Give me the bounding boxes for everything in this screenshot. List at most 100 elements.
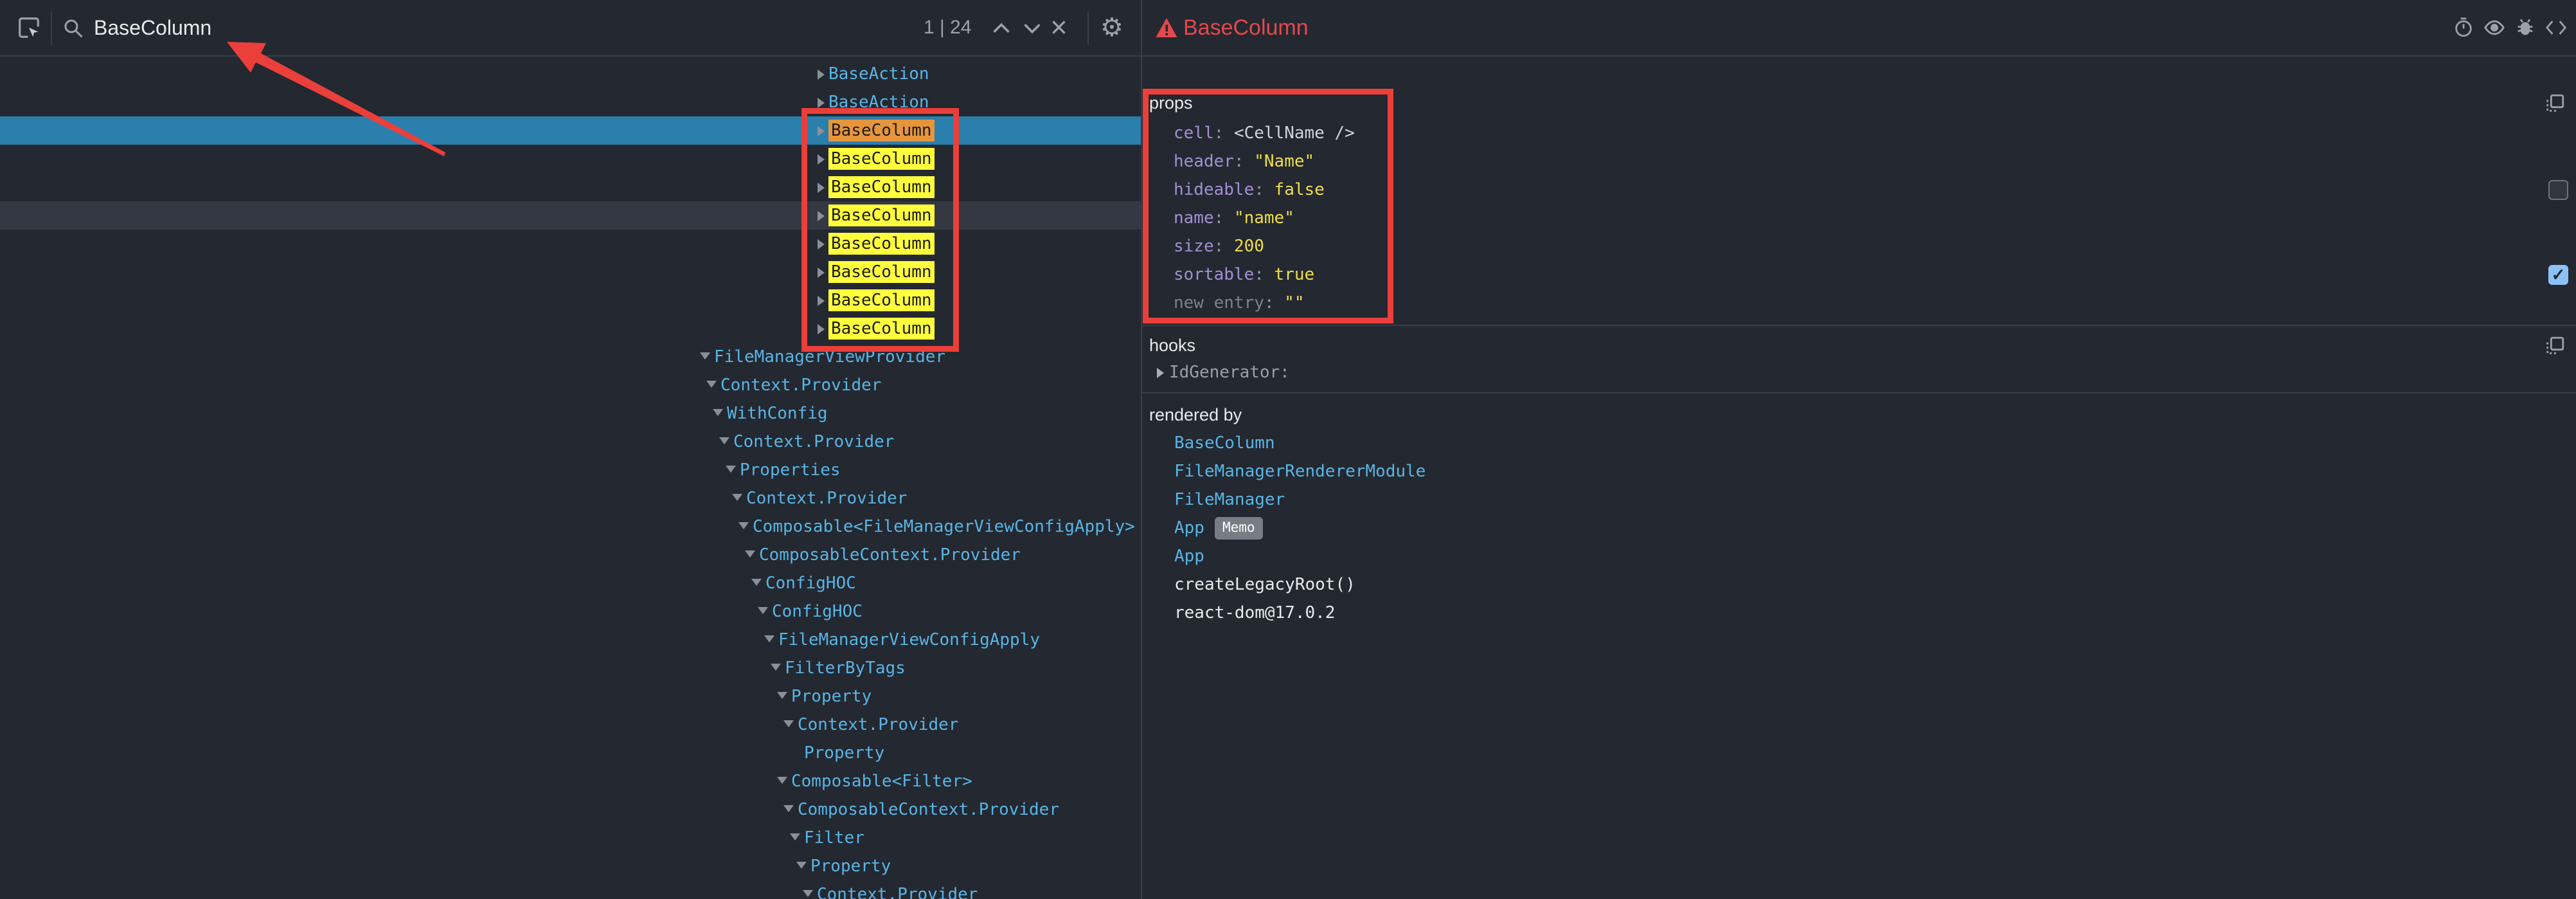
tree-row-FileManagerViewProvider[interactable]: FileManagerViewProvider — [0, 343, 1141, 371]
bug-icon[interactable] — [2514, 17, 2536, 39]
chevron-down-icon[interactable] — [713, 409, 723, 416]
warning-icon — [1155, 17, 1178, 42]
tree-row-Context.Provider[interactable]: Context.Provider — [0, 484, 1141, 513]
component-name: Properties — [740, 460, 841, 480]
chevron-down-icon[interactable] — [796, 862, 807, 869]
rendered-by-App[interactable]: App Memo — [1174, 514, 1263, 542]
component-name: Property — [804, 743, 884, 763]
next-result-button[interactable] — [1021, 22, 1044, 38]
owner-name[interactable]: BaseColumn — [1174, 433, 1275, 453]
component-name: Context.Provider — [798, 715, 958, 734]
component-name: ComposableContext.Provider — [798, 800, 1059, 819]
component-name: Context.Provider — [746, 489, 907, 508]
chevron-down-icon[interactable] — [700, 352, 710, 359]
component-name: Property — [810, 857, 891, 876]
chevron-down-icon[interactable] — [706, 381, 717, 388]
tree-row-BaseColumn[interactable]: BaseColumn — [0, 314, 1141, 343]
chevron-right-icon[interactable] — [1157, 368, 1164, 378]
tree-row-ConfigHOC[interactable]: ConfigHOC — [0, 597, 1141, 626]
tree-row-BaseColumn[interactable]: BaseColumn — [0, 173, 1141, 201]
owner-name: createLegacyRoot() — [1174, 575, 1355, 594]
annotation-box-props — [1143, 89, 1393, 323]
tree-row-ComposableContext.Provider[interactable]: ComposableContext.Provider — [0, 795, 1141, 824]
rendered-by-App[interactable]: App — [1174, 542, 1204, 570]
owner-name[interactable]: App — [1174, 547, 1204, 566]
tree-row-Context.Provider[interactable]: Context.Provider — [0, 711, 1141, 739]
copy-props-icon[interactable] — [2544, 93, 2566, 114]
tree-row-ComposableContext.Provider[interactable]: ComposableContext.Provider — [0, 541, 1141, 569]
component-name: Property — [791, 687, 872, 706]
copy-hooks-icon[interactable] — [2544, 335, 2566, 357]
tree-row-Context.Provider[interactable]: Context.Provider — [0, 880, 1141, 899]
tree-row-BaseAction[interactable]: BaseAction — [0, 60, 1141, 88]
chevron-down-icon[interactable] — [777, 777, 787, 784]
tree-row-Property[interactable]: Property — [0, 739, 1141, 767]
tree-row-Property[interactable]: Property — [0, 852, 1141, 880]
chevron-down-icon[interactable] — [764, 635, 774, 642]
component-name: ComposableContext.Provider — [759, 545, 1021, 565]
tree-row-BaseColumn[interactable]: BaseColumn — [0, 116, 1141, 145]
gear-icon[interactable]: ⚙ — [1100, 0, 1123, 55]
component-name: Context.Provider — [720, 376, 881, 395]
tree-row-BaseColumn[interactable]: BaseColumn — [0, 230, 1141, 258]
chevron-down-icon[interactable] — [783, 720, 794, 727]
tree-row-Context.Provider[interactable]: Context.Provider — [0, 428, 1141, 456]
rendered-by-BaseColumn[interactable]: BaseColumn — [1174, 429, 1275, 457]
tree-row-BaseColumn[interactable]: BaseColumn — [0, 286, 1141, 314]
chevron-down-icon[interactable] — [751, 579, 762, 586]
stopwatch-icon[interactable] — [2453, 17, 2474, 39]
owner-name[interactable]: FileManagerRendererModule — [1174, 462, 1426, 481]
component-name: ConfigHOC — [772, 602, 863, 621]
tree-row-FilterByTags[interactable]: FilterByTags — [0, 654, 1141, 682]
section-divider — [1142, 325, 2576, 326]
selected-component-title: BaseColumn — [1183, 0, 1309, 55]
chevron-down-icon[interactable] — [732, 494, 742, 501]
chevron-down-icon[interactable] — [783, 805, 794, 812]
memo-badge: Memo — [1215, 517, 1263, 540]
rendered-by-FileManager[interactable]: FileManager — [1174, 486, 1285, 514]
tree-row-Composable<FileManagerViewConfigApply>[interactable]: Composable<FileManagerViewConfigApply> — [0, 513, 1141, 541]
component-name: BaseAction — [828, 64, 929, 84]
component-name: ConfigHOC — [765, 574, 856, 593]
tree-row-BaseColumn[interactable]: BaseColumn — [0, 201, 1141, 230]
rendered-by-FileManagerRendererModule[interactable]: FileManagerRendererModule — [1174, 457, 1426, 486]
chevron-down-icon[interactable] — [719, 437, 729, 444]
inspect-element-icon[interactable] — [17, 15, 41, 43]
owner-name[interactable]: FileManager — [1174, 490, 1285, 509]
search-input[interactable]: BaseColumn — [94, 0, 211, 55]
prop-checkbox-sortable[interactable]: ✓ — [2548, 265, 2568, 285]
tree-row-WithConfig[interactable]: WithConfig — [0, 399, 1141, 428]
component-name: WithConfig — [727, 404, 828, 423]
search-result-count: 1 | 24 — [924, 0, 972, 55]
hooks-section-title: hooks — [1149, 331, 1195, 359]
tree-row-ConfigHOC[interactable]: ConfigHOC — [0, 569, 1141, 597]
tree-row-Properties[interactable]: Properties — [0, 456, 1141, 484]
chevron-down-icon[interactable] — [771, 664, 781, 671]
chevron-right-icon[interactable] — [818, 98, 825, 108]
owner-name[interactable]: App — [1174, 518, 1204, 538]
previous-result-button[interactable] — [990, 22, 1013, 38]
details-header: BaseColumn — [1142, 0, 2576, 57]
eye-icon[interactable] — [2483, 17, 2505, 39]
tree-row-BaseColumn[interactable]: BaseColumn — [0, 258, 1141, 286]
chevron-down-icon[interactable] — [726, 466, 736, 473]
tree-row-BaseColumn[interactable]: BaseColumn — [0, 145, 1141, 173]
chevron-down-icon[interactable] — [758, 607, 768, 614]
code-brackets-icon[interactable] — [2545, 17, 2567, 39]
tree-row-Context.Provider[interactable]: Context.Provider — [0, 371, 1141, 399]
clear-search-button[interactable]: × — [1050, 0, 1068, 54]
tree-row-Filter[interactable]: Filter — [0, 824, 1141, 852]
hook-row-IdGenerator[interactable]: IdGenerator: — [1157, 358, 1290, 386]
chevron-down-icon[interactable] — [738, 522, 749, 529]
details-actions — [2453, 17, 2567, 39]
chevron-down-icon[interactable] — [790, 833, 800, 840]
prop-checkbox-hideable[interactable] — [2548, 180, 2568, 200]
chevron-down-icon[interactable] — [777, 692, 787, 699]
chevron-down-icon[interactable] — [803, 890, 813, 897]
tree-row-FileManagerViewConfigApply[interactable]: FileManagerViewConfigApply — [0, 626, 1141, 654]
chevron-down-icon[interactable] — [745, 550, 755, 558]
tree-row-Property[interactable]: Property — [0, 682, 1141, 711]
chevron-right-icon[interactable] — [818, 69, 825, 80]
tree-row-Composable<Filter>[interactable]: Composable<Filter> — [0, 767, 1141, 795]
tree-row-BaseAction[interactable]: BaseAction — [0, 88, 1141, 116]
